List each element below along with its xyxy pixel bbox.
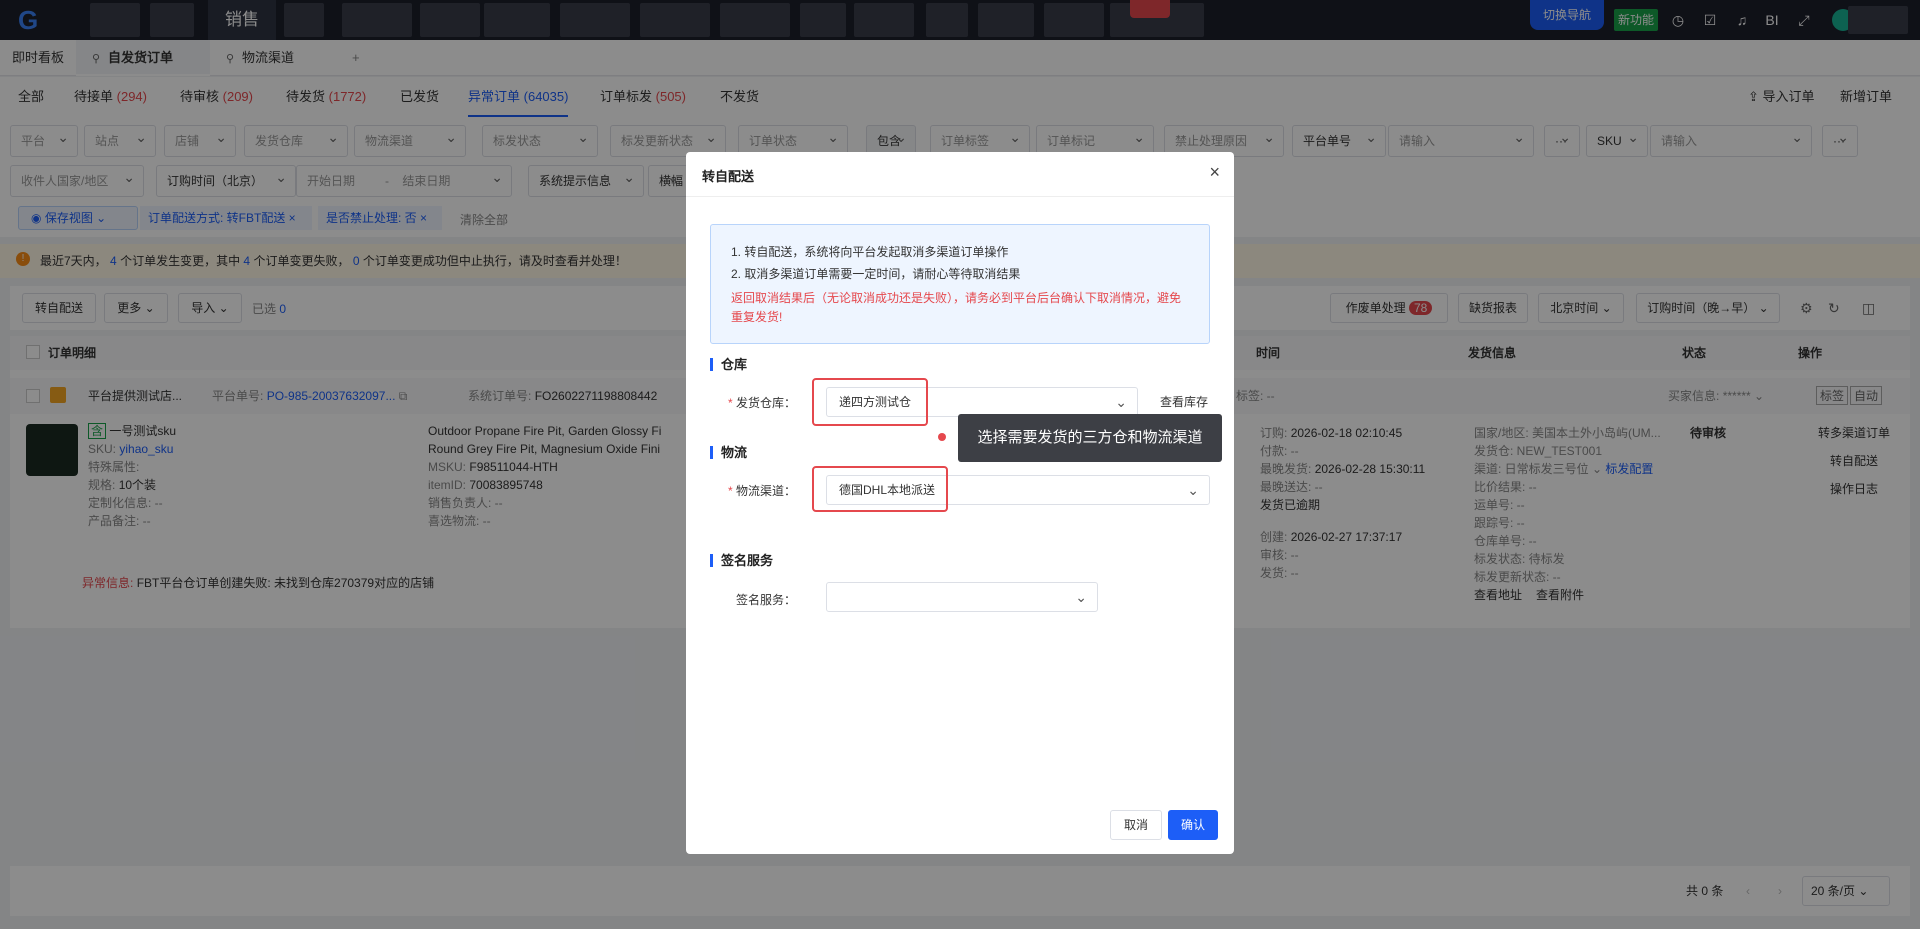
confirm-button[interactable]: 确认 (1168, 810, 1218, 840)
chevron-down-icon: ⌄ (1187, 482, 1199, 498)
info-line-2: 2. 取消多渠道订单需要一定时间，请耐心等待取消结果 (731, 267, 1021, 281)
info-line-1: 1. 转自配送，系统将向平台发起取消多渠道订单操作 (731, 245, 1009, 259)
view-stock-link[interactable]: 查看库存 (1160, 393, 1208, 411)
tooltip-pointer (938, 433, 946, 441)
chevron-down-icon: ⌄ (1075, 589, 1087, 605)
close-icon[interactable]: × (1209, 162, 1220, 183)
to-self-ship-dialog: 转自配送 × 1. 转自配送，系统将向平台发起取消多渠道订单操作 2. 取消多渠… (686, 152, 1234, 854)
dialog-title: 转自配送 (702, 169, 755, 184)
section-signature: 签名服务 (710, 554, 773, 567)
guide-tooltip: 选择需要发货的三方仓和物流渠道 (958, 414, 1222, 462)
info-notice: 1. 转自配送，系统将向平台发起取消多渠道订单操作 2. 取消多渠道订单需要一定… (710, 224, 1210, 344)
signature-select[interactable]: ⌄ (826, 582, 1098, 612)
signature-label: 签名服务： (735, 593, 796, 607)
highlight-warehouse (812, 378, 928, 426)
chevron-down-icon: ⌄ (1115, 394, 1127, 410)
section-warehouse: 仓库 (710, 358, 747, 371)
warning-text: 返回取消结果后（无论取消成功还是失败），请务必到平台后台确认下取消情况，避免重复… (731, 291, 1182, 324)
section-logistics: 物流 (710, 446, 747, 459)
cancel-button[interactable]: 取消 (1110, 810, 1162, 840)
highlight-channel (812, 466, 948, 512)
warehouse-label: * 发货仓库： (727, 396, 796, 410)
dialog-divider (686, 196, 1234, 197)
channel-label: * 物流渠道： (727, 484, 796, 498)
